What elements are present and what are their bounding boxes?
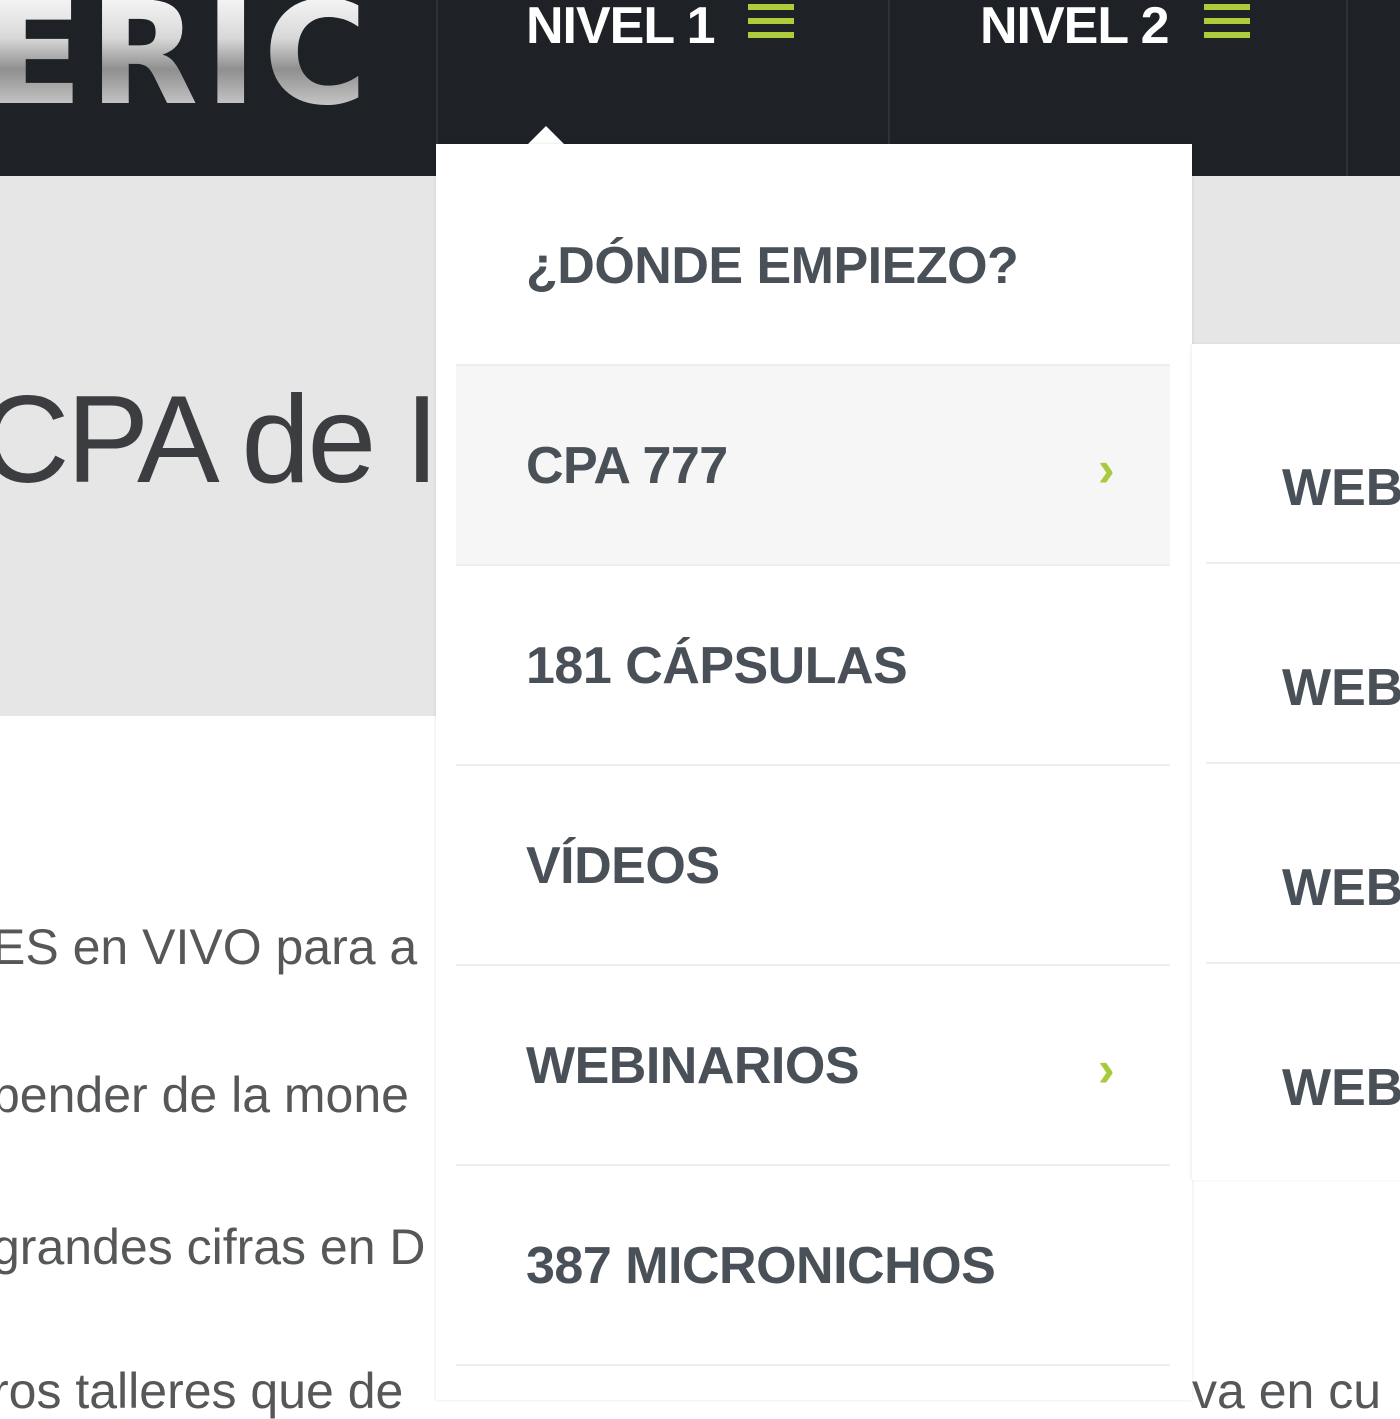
menu-item-label: WEBINARIOS — [526, 1037, 860, 1095]
site-logo[interactable]: ERIC — [0, 0, 373, 126]
body-text-line: ros talleres que de — [0, 1363, 404, 1419]
submenu-item[interactable]: WEB — [1206, 964, 1400, 1162]
menu-item-donde-empiezo[interactable]: ¿DÓNDE EMPIEZO? — [456, 166, 1170, 366]
menu-item-label: ¿DÓNDE EMPIEZO? — [526, 237, 1019, 295]
submenu-item-label: WEB — [1282, 859, 1400, 917]
nav-item-label: NIVEL 1 — [526, 0, 716, 55]
body-text-line: ES en VIVO para a — [0, 919, 418, 975]
nav-separator — [1346, 0, 1348, 176]
body-text-line: va en cu — [1192, 1363, 1382, 1419]
menu-item-micronichos[interactable]: 387 MICRONICHOS — [456, 1166, 1170, 1366]
body-text-line: pender de la mone — [0, 1067, 409, 1123]
menu-item-cpa-777[interactable]: CPA 777 › — [456, 366, 1170, 566]
submenu-item[interactable]: WEB — [1206, 764, 1400, 964]
menu-item-label: VÍDEOS — [526, 837, 720, 895]
submenu-item-label: WEB — [1282, 659, 1400, 717]
submenu-item-label: WEB — [1282, 459, 1400, 517]
chevron-right-icon: › — [1098, 1041, 1115, 1097]
cpa-777-submenu: WEB WEB WEB WEB — [1192, 344, 1400, 1180]
submenu-item-label: WEB — [1282, 1059, 1400, 1117]
menu-item-videos[interactable]: VÍDEOS — [456, 766, 1170, 966]
menu-item-label: 387 MICRONICHOS — [526, 1237, 996, 1295]
menu-item-label: CPA 777 — [526, 437, 728, 495]
dropdown-caret — [528, 126, 564, 144]
nivel-1-dropdown-menu: ¿DÓNDE EMPIEZO? CPA 777 › 181 CÁPSULAS V… — [436, 144, 1192, 1400]
hamburger-menu-icon — [1204, 4, 1250, 38]
chevron-right-icon: › — [1098, 441, 1115, 497]
submenu-item[interactable]: WEB — [1206, 564, 1400, 764]
menu-item-label: 181 CÁPSULAS — [526, 637, 908, 695]
nav-item-label: NIVEL 2 — [980, 0, 1170, 55]
menu-item-webinarios[interactable]: WEBINARIOS › — [456, 966, 1170, 1166]
page-title: CPA de I — [0, 371, 439, 509]
body-text-line: grandes cifras en D — [0, 1219, 426, 1275]
menu-item-capsulas[interactable]: 181 CÁPSULAS — [456, 566, 1170, 766]
submenu-item[interactable]: WEB — [1206, 364, 1400, 564]
hamburger-menu-icon — [748, 4, 794, 38]
